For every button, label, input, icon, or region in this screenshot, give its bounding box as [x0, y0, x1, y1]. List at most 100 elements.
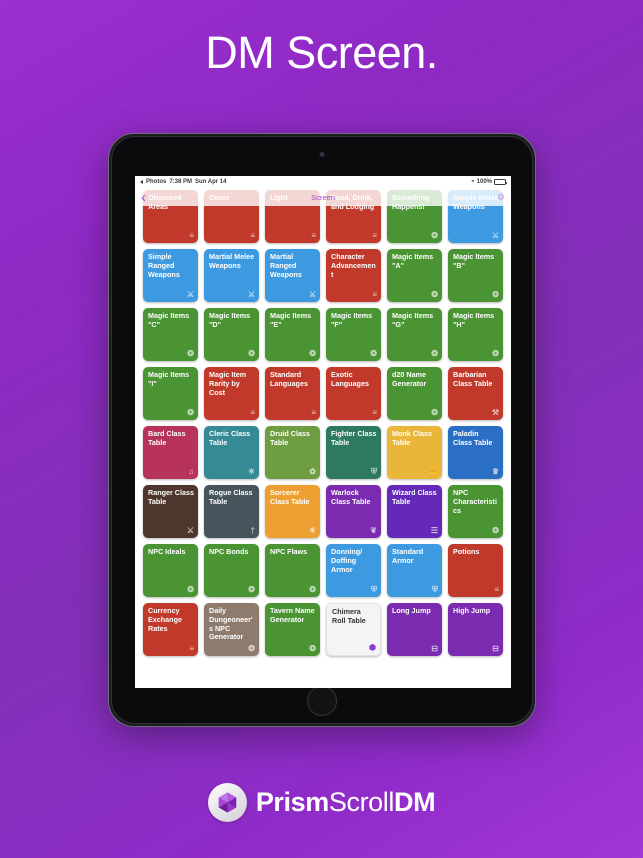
tile-druid-class-table[interactable]: Druid Class Table ✿ — [265, 426, 320, 479]
tile-potions[interactable]: Potions ≡ — [448, 544, 503, 597]
tile-simple-ranged-weapons[interactable]: Simple Ranged Weapons ⚔ — [143, 249, 198, 302]
tile-label: NPC Ideals — [148, 547, 186, 556]
bow-icon: ⚔ — [186, 526, 194, 535]
tile-exotic-languages[interactable]: Exotic Languages ≡ — [326, 367, 381, 420]
tile-label: Magic Items "C" — [148, 311, 190, 329]
tile-label: Sorcerer Class Table — [270, 488, 310, 506]
tile-label: Standard Languages — [270, 370, 308, 388]
tile-label: Magic Items "G" — [392, 311, 434, 329]
tile-magic-items-g[interactable]: Magic Items "G" ❂ — [387, 308, 442, 361]
dice-icon: ❂ — [309, 644, 316, 653]
brand-wordmark: PrismScrollDM — [256, 789, 436, 816]
tile-chimera-roll-table[interactable]: Chimera Roll Table ⬢ — [326, 603, 381, 656]
tile-label: Martial Ranged Weapons — [270, 252, 302, 279]
tile-npc-flaws[interactable]: NPC Flaws ❂ — [265, 544, 320, 597]
tile-cleric-class-table[interactable]: Cleric Class Table ☀ — [204, 426, 259, 479]
dice-icon: ❂ — [431, 290, 438, 299]
tile-wizard-class-table[interactable]: Wizard Class Table ☰ — [387, 485, 442, 538]
navigation-bar: ‹ Screen ⚙ — [135, 188, 511, 206]
poster-canvas: DM Screen. Obscured Areas≡Cover≡Light≡Fo… — [0, 0, 643, 858]
tile-label: Character Advancement — [331, 252, 376, 279]
tile-npc-characteristics[interactable]: NPC Characteristics ❂ — [448, 485, 503, 538]
dice-icon: ❂ — [431, 349, 438, 358]
front-camera-icon — [319, 152, 325, 157]
tile-magic-items-h[interactable]: Magic Items "H" ❂ — [448, 308, 503, 361]
tile-label: Simple Ranged Weapons — [148, 252, 180, 279]
tile-label: Fighter Class Table — [331, 429, 377, 447]
tile-ranger-class-table[interactable]: Ranger Class Table ⚔ — [143, 485, 198, 538]
shield-icon: ⛨ — [371, 467, 377, 476]
tile-magic-item-rarity-by-cost[interactable]: Magic Item Rarity by Cost ≡ — [204, 367, 259, 420]
tile-sorcerer-class-table[interactable]: Sorcerer Class Table ☀ — [265, 485, 320, 538]
tile-magic-items-b[interactable]: Magic Items "B" ❂ — [448, 249, 503, 302]
tile-rogue-class-table[interactable]: Rogue Class Table † — [204, 485, 259, 538]
tile-bard-class-table[interactable]: Bard Class Table ♫ — [143, 426, 198, 479]
status-battery-percent: 100% — [476, 179, 492, 185]
tile-high-jump[interactable]: High Jump ⊟ — [448, 603, 503, 656]
brand-lockup: PrismScrollDM — [0, 783, 643, 822]
dice-icon: ❂ — [492, 349, 499, 358]
tile-npc-ideals[interactable]: NPC Ideals ❂ — [143, 544, 198, 597]
tile-paladin-class-table[interactable]: Paladin Class Table ♛ — [448, 426, 503, 479]
back-to-app-icon[interactable] — [140, 180, 143, 184]
tile-long-jump[interactable]: Long Jump ⊟ — [387, 603, 442, 656]
wifi-icon: ◓ — [471, 179, 475, 185]
table-icon: ≡ — [372, 290, 377, 299]
tile-label: Tavern Name Generator — [270, 606, 315, 624]
tile-standard-languages[interactable]: Standard Languages ≡ — [265, 367, 320, 420]
nav-title: Screen — [311, 192, 335, 202]
dice-icon: ❂ — [187, 585, 194, 594]
tile-scroll-area[interactable]: Obscured Areas≡Cover≡Light≡Food, Drink, … — [135, 176, 511, 688]
tile-label: Potions — [453, 547, 480, 556]
tile-magic-items-d[interactable]: Magic Items "D" ❂ — [204, 308, 259, 361]
dice-icon: ❂ — [309, 349, 316, 358]
tile-label: NPC Characteristics — [453, 488, 497, 515]
tile-label: NPC Flaws — [270, 547, 308, 556]
status-time: 7:38 PM — [169, 179, 193, 185]
tile-label: Rogue Class Table — [209, 488, 253, 506]
tile-label: Magic Items "A" — [392, 252, 434, 270]
table-icon: ≡ — [311, 408, 316, 417]
tile-barbarian-class-table[interactable]: Barbarian Class Table ⚒ — [448, 367, 503, 420]
tile-npc-bonds[interactable]: NPC Bonds ❂ — [204, 544, 259, 597]
status-date: Sun Apr 14 — [195, 179, 227, 185]
dice-icon: ❂ — [431, 231, 438, 240]
dice-icon: ❂ — [248, 644, 255, 653]
tile-label: Monk Class Table — [392, 429, 432, 447]
gear-icon[interactable]: ⚙ — [497, 192, 505, 202]
tile-label: Martial Melee Weapons — [209, 252, 255, 270]
table-icon: ≡ — [494, 585, 499, 594]
tile-monk-class-table[interactable]: Monk Class Table ✊ — [387, 426, 442, 479]
tile-magic-items-a[interactable]: Magic Items "A" ❂ — [387, 249, 442, 302]
tile-magic-items-f[interactable]: Magic Items "F" ❂ — [326, 308, 381, 361]
tile-donning-doffing-armor[interactable]: Donning/ Doffing Armor ⛨ — [326, 544, 381, 597]
lute-icon: ♫ — [188, 467, 194, 476]
tile-martial-ranged-weapons[interactable]: Martial Ranged Weapons ⚔ — [265, 249, 320, 302]
tile-d20-name-generator[interactable]: d20 Name Generator ❂ — [387, 367, 442, 420]
tile-magic-items-i[interactable]: Magic Items "I" ❂ — [143, 367, 198, 420]
tile-label: Long Jump — [392, 606, 431, 615]
tile-standard-armor[interactable]: Standard Armor ⛨ — [387, 544, 442, 597]
tile-label: Magic Items "I" — [148, 370, 190, 388]
tile-tavern-name-generator[interactable]: Tavern Name Generator ❂ — [265, 603, 320, 656]
app-screen: Obscured Areas≡Cover≡Light≡Food, Drink, … — [135, 176, 511, 688]
table-icon: ≡ — [189, 231, 194, 240]
app-icon: ⬢ — [369, 643, 376, 652]
tile-daily-dungeoneers-npc-generator[interactable]: Daily Dungeoneer's NPC Generator ❂ — [204, 603, 259, 656]
armor-icon: ⛨ — [371, 585, 377, 594]
tile-label: Wizard Class Table — [392, 488, 437, 506]
tile-fighter-class-table[interactable]: Fighter Class Table ⛨ — [326, 426, 381, 479]
tile-currency-exchange-rates[interactable]: Currency Exchange Rates ≡ — [143, 603, 198, 656]
dice-icon: ❂ — [248, 585, 255, 594]
dagger-icon: † — [250, 526, 255, 535]
tile-warlock-class-table[interactable]: Warlock Class Table ❦ — [326, 485, 381, 538]
tile-character-advancement[interactable]: Character Advancement ≡ — [326, 249, 381, 302]
tile-magic-items-e[interactable]: Magic Items "E" ❂ — [265, 308, 320, 361]
tile-magic-items-c[interactable]: Magic Items "C" ❂ — [143, 308, 198, 361]
home-button[interactable] — [307, 686, 337, 716]
tile-label: NPC Bonds — [209, 547, 249, 556]
tile-martial-melee-weapons[interactable]: Martial Melee Weapons ⚔ — [204, 249, 259, 302]
tile-label: Chimera Roll Table — [332, 607, 366, 625]
dice-icon: ❂ — [370, 349, 377, 358]
tile-label: Currency Exchange Rates — [148, 606, 182, 633]
